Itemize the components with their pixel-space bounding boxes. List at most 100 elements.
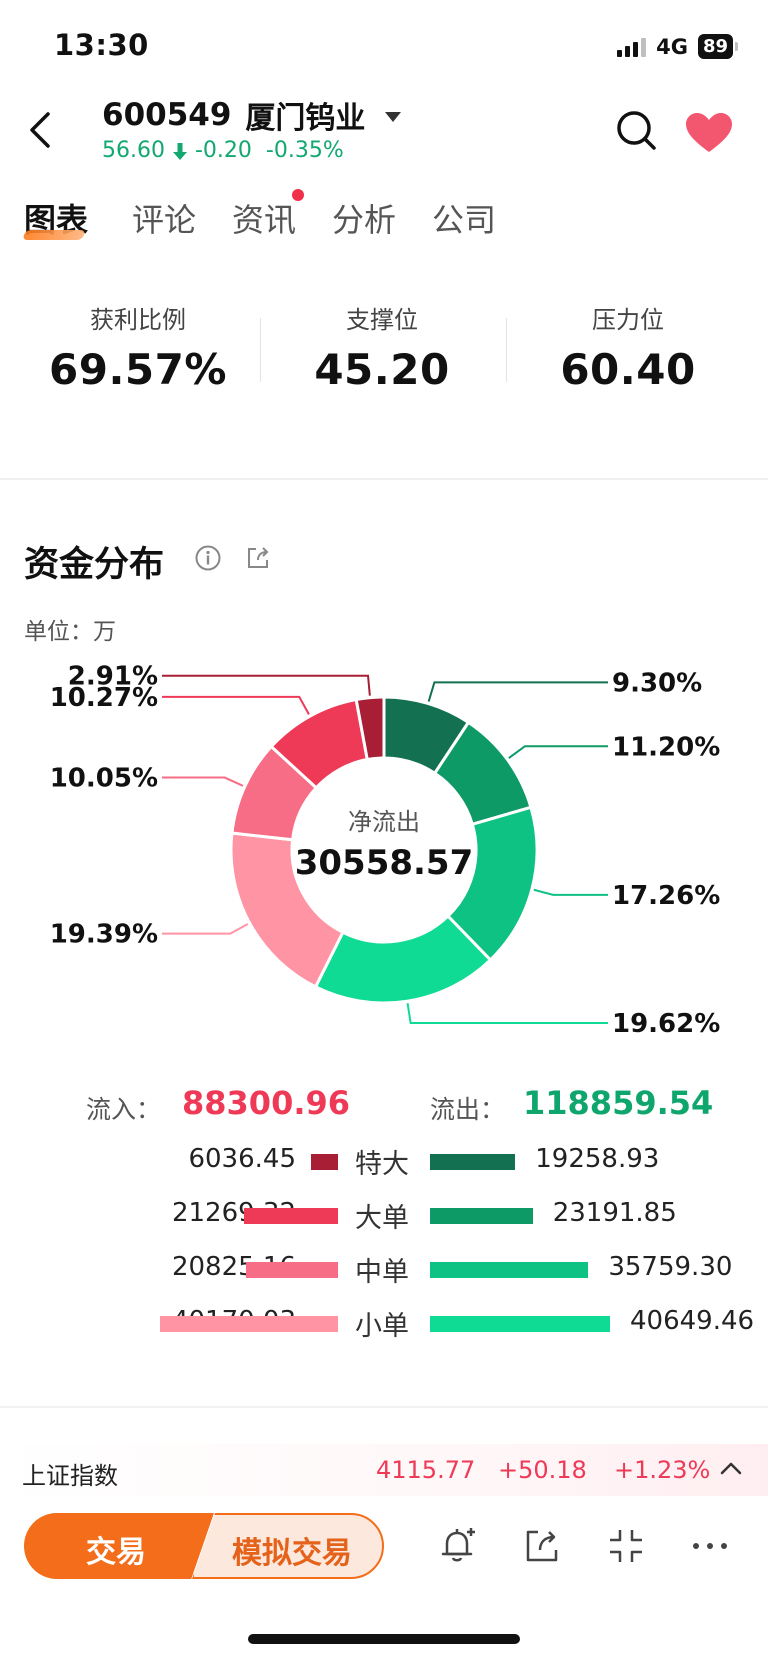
inflow-bar: [160, 1316, 338, 1332]
inflow-bar: [243, 1208, 338, 1224]
donut-leader-line: [533, 888, 608, 896]
inflow-value: 6036.45: [188, 1144, 296, 1174]
back-icon[interactable]: [22, 108, 62, 152]
tab-bar: 图表 评论 资讯 分析 公司: [0, 189, 768, 255]
outflow-bar: [430, 1262, 589, 1278]
stat-divider: [506, 318, 507, 382]
order-category: 大单: [355, 1203, 409, 1234]
donut-pct-label: 2.91%: [68, 662, 158, 692]
stock-price: 56.60: [102, 138, 165, 163]
donut-pct-label: 11.20%: [612, 732, 720, 762]
stat-label: 支撑位: [346, 306, 418, 334]
stat-value: 60.40: [560, 345, 696, 394]
outflow-value: 19258.93: [535, 1144, 660, 1174]
alert-add-icon[interactable]: [438, 1526, 478, 1566]
donut-leader-line: [162, 923, 249, 935]
order-category: 中单: [355, 1257, 409, 1288]
tab-comments[interactable]: 评论: [132, 195, 196, 241]
stock-name: 厦门钨业: [245, 101, 366, 136]
stock-title[interactable]: 600549 厦门钨业: [102, 93, 402, 137]
tab-analysis[interactable]: 分析: [332, 195, 396, 241]
capital-donut-chart: 9.30%11.20%17.26%19.62%19.39%10.05%10.27…: [50, 662, 721, 1039]
heart-icon[interactable]: [684, 112, 734, 154]
donut-center-label: 净流出: [348, 808, 420, 836]
stat-label: 获利比例: [90, 306, 186, 334]
stat-value: 45.20: [314, 345, 450, 394]
tab-news[interactable]: 资讯: [232, 195, 296, 241]
stats-row: 获利比例 69.57% 支撑位 45.20 压力位 60.40: [0, 300, 768, 410]
info-icon[interactable]: [194, 544, 222, 572]
stat-value: 69.57%: [49, 345, 227, 394]
index-name: 上证指数: [22, 1462, 118, 1490]
section-divider: [0, 1406, 768, 1408]
bottom-action-bar: 交易 模拟交易: [0, 1496, 768, 1606]
battery-level: 89: [697, 34, 733, 59]
flow-row: 21269.32 大单 23191.85: [0, 1194, 768, 1234]
signal-icon: [617, 37, 647, 57]
stat-label: 压力位: [592, 306, 664, 334]
donut-pct-label: 19.62%: [612, 1009, 720, 1039]
outflow-value: 35759.30: [608, 1252, 733, 1282]
collapse-icon[interactable]: [606, 1526, 646, 1566]
trade-button[interactable]: 交易: [24, 1513, 214, 1579]
index-price: 4115.77: [376, 1456, 476, 1484]
donut-leader-line: [508, 745, 608, 759]
price-change: -0.20: [194, 138, 252, 163]
index-change: +50.18: [498, 1456, 587, 1484]
more-icon[interactable]: [690, 1526, 730, 1566]
outflow-bar: [430, 1316, 610, 1332]
section-divider: [0, 478, 768, 480]
home-indicator: [248, 1634, 520, 1644]
share-out-icon[interactable]: [522, 1526, 562, 1566]
search-icon[interactable]: [614, 108, 658, 152]
inflow-label: 流入：: [86, 1095, 162, 1124]
news-unread-dot: [292, 189, 304, 201]
index-change-pct: +1.23%: [614, 1456, 711, 1484]
status-indicators: 4G 89: [617, 34, 738, 59]
dropdown-icon[interactable]: [385, 112, 402, 122]
section-title: 资金分布: [24, 545, 165, 585]
outflow-label: 流出：: [430, 1095, 506, 1124]
outflow-total: 118859.54: [523, 1084, 714, 1122]
donut-pct-label: 9.30%: [612, 668, 702, 698]
donut-leader-line: [406, 1003, 608, 1024]
outflow-value: 40649.46: [630, 1306, 755, 1336]
flow-breakdown: 6036.45 特大 19258.93 21269.32 大单 23191.85…: [0, 1140, 768, 1370]
donut-center-value: 30558.57: [295, 843, 474, 883]
inflow-bar: [245, 1262, 338, 1278]
donut-pct-label: 10.05%: [50, 764, 158, 794]
trade-button-label: 交易: [86, 1535, 146, 1570]
order-category: 小单: [355, 1311, 409, 1342]
flow-row: 6036.45 特大 19258.93: [0, 1140, 768, 1180]
stat-profit-ratio: 获利比例 69.57%: [18, 300, 258, 394]
tab-company[interactable]: 公司: [432, 195, 496, 241]
donut-leader-line: [162, 776, 244, 787]
chevron-up-icon[interactable]: [718, 1456, 744, 1482]
index-ticker[interactable]: 上证指数 4115.77 +50.18 +1.23%: [0, 1444, 768, 1496]
outflow-bar: [430, 1154, 516, 1170]
stat-support: 支撑位 45.20: [262, 300, 502, 394]
down-arrow-icon: [172, 142, 187, 160]
outflow-value: 23191.85: [552, 1198, 677, 1228]
status-bar: 13:30 4G 89: [0, 0, 768, 90]
inflow-total: 88300.96: [182, 1084, 351, 1122]
outflow-bar: [430, 1208, 533, 1224]
donut-leader-line: [162, 674, 371, 696]
simulated-trade-label: 模拟交易: [232, 1536, 352, 1571]
stat-divider: [260, 318, 261, 382]
price-change-pct: -0.35%: [265, 138, 344, 163]
donut-pct-label: 17.26%: [612, 881, 720, 911]
order-category: 特大: [355, 1149, 409, 1180]
stock-code: 600549: [102, 97, 232, 133]
flow-row: 20825.16 中单 35759.30: [0, 1248, 768, 1288]
battery-icon: 89: [697, 34, 738, 59]
stat-resistance: 压力位 60.40: [508, 300, 748, 394]
share-icon[interactable]: [244, 544, 272, 572]
quote-row: 56.60 -0.20 -0.35%: [102, 138, 344, 163]
donut-leader-line: [427, 681, 608, 702]
flow-row: 40170.03 小单 40649.46: [0, 1302, 768, 1342]
donut-leader-line: [162, 695, 310, 715]
inflow-bar: [311, 1154, 338, 1170]
simulated-trade-button[interactable]: 模拟交易: [192, 1513, 384, 1579]
network-type: 4G: [656, 34, 688, 59]
